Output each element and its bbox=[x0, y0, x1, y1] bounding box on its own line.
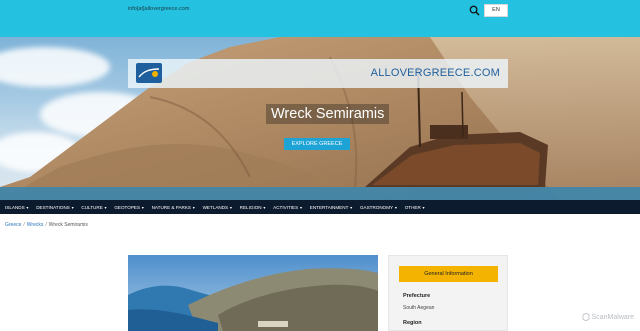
caret-down-icon: ▼ bbox=[229, 205, 233, 210]
hero-banner: ALLOVERGREECE.COM Wreck Semiramis EXPLOR… bbox=[0, 37, 640, 200]
breadcrumb-link-wrecks[interactable]: Wrecks bbox=[27, 222, 44, 228]
caret-down-icon: ▼ bbox=[25, 205, 30, 210]
site-logo-icon[interactable] bbox=[136, 63, 162, 83]
caret-down-icon: ▼ bbox=[192, 205, 196, 210]
email-link[interactable]: info[at]allovergreece.com bbox=[128, 6, 189, 12]
caret-down-icon: ▼ bbox=[394, 205, 398, 210]
region-label: Region bbox=[403, 320, 422, 326]
nav-item-destinations[interactable]: DESTINATIONS▼ bbox=[36, 205, 74, 210]
info-panel: General Information Prefecture South Aeg… bbox=[388, 255, 508, 331]
page-title: Wreck Semiramis bbox=[266, 104, 390, 124]
watermark: ScanMalware bbox=[582, 313, 634, 321]
wreck-photo[interactable] bbox=[128, 255, 378, 331]
search-icon[interactable] bbox=[469, 5, 480, 16]
breadcrumb-current: Wreck Semiramis bbox=[48, 222, 88, 228]
caret-down-icon: ▼ bbox=[70, 205, 75, 210]
nav-item-activities[interactable]: ACTIVITIES▼ bbox=[273, 205, 303, 210]
nav-item-wetlands[interactable]: WETLANDS▼ bbox=[203, 205, 233, 210]
main-nav: ISLANDS▼ DESTINATIONS▼ CULTURE▼ GEOTOPES… bbox=[0, 200, 640, 214]
caret-down-icon: ▼ bbox=[349, 205, 353, 210]
nav-item-other[interactable]: OTHER▼ bbox=[405, 205, 426, 210]
logo-bar: ALLOVERGREECE.COM bbox=[128, 59, 508, 88]
breadcrumb: Greece / Wrecks / Wreck Semiramis bbox=[5, 222, 88, 228]
nav-item-gastronomy[interactable]: GASTRONOMY▼ bbox=[360, 205, 398, 210]
nav-item-entertainment[interactable]: ENTERTAINMENT▼ bbox=[310, 205, 353, 210]
prefecture-value: South Aegean bbox=[403, 305, 435, 311]
nav-item-geotopes[interactable]: GEOTOPES▼ bbox=[114, 205, 144, 210]
top-bar: info[at]allovergreece.com EN bbox=[0, 0, 640, 37]
nav-item-islands[interactable]: ISLANDS▼ bbox=[5, 205, 29, 210]
page: info[at]allovergreece.com EN ALLOVERGREE… bbox=[0, 0, 640, 331]
general-information-button[interactable]: General Information bbox=[399, 266, 498, 282]
prefecture-label: Prefecture bbox=[403, 293, 431, 299]
site-name[interactable]: ALLOVERGREECE.COM bbox=[371, 67, 500, 79]
caret-down-icon: ▼ bbox=[141, 205, 145, 210]
nav-item-religion[interactable]: RELIGION▼ bbox=[240, 205, 267, 210]
nav-item-nature-parks[interactable]: NATURE & PARKS▼ bbox=[152, 205, 196, 210]
caret-down-icon: ▼ bbox=[299, 205, 303, 210]
nav-item-culture[interactable]: CULTURE▼ bbox=[81, 205, 107, 210]
scanmalware-logo-icon bbox=[582, 313, 589, 321]
breadcrumb-link-greece[interactable]: Greece bbox=[5, 222, 21, 228]
explore-greece-button[interactable]: EXPLORE GREECE bbox=[284, 138, 350, 150]
caret-down-icon: ▼ bbox=[262, 205, 267, 210]
caret-down-icon: ▼ bbox=[421, 205, 426, 210]
language-selector[interactable]: EN bbox=[484, 4, 508, 17]
caret-down-icon: ▼ bbox=[103, 205, 108, 210]
